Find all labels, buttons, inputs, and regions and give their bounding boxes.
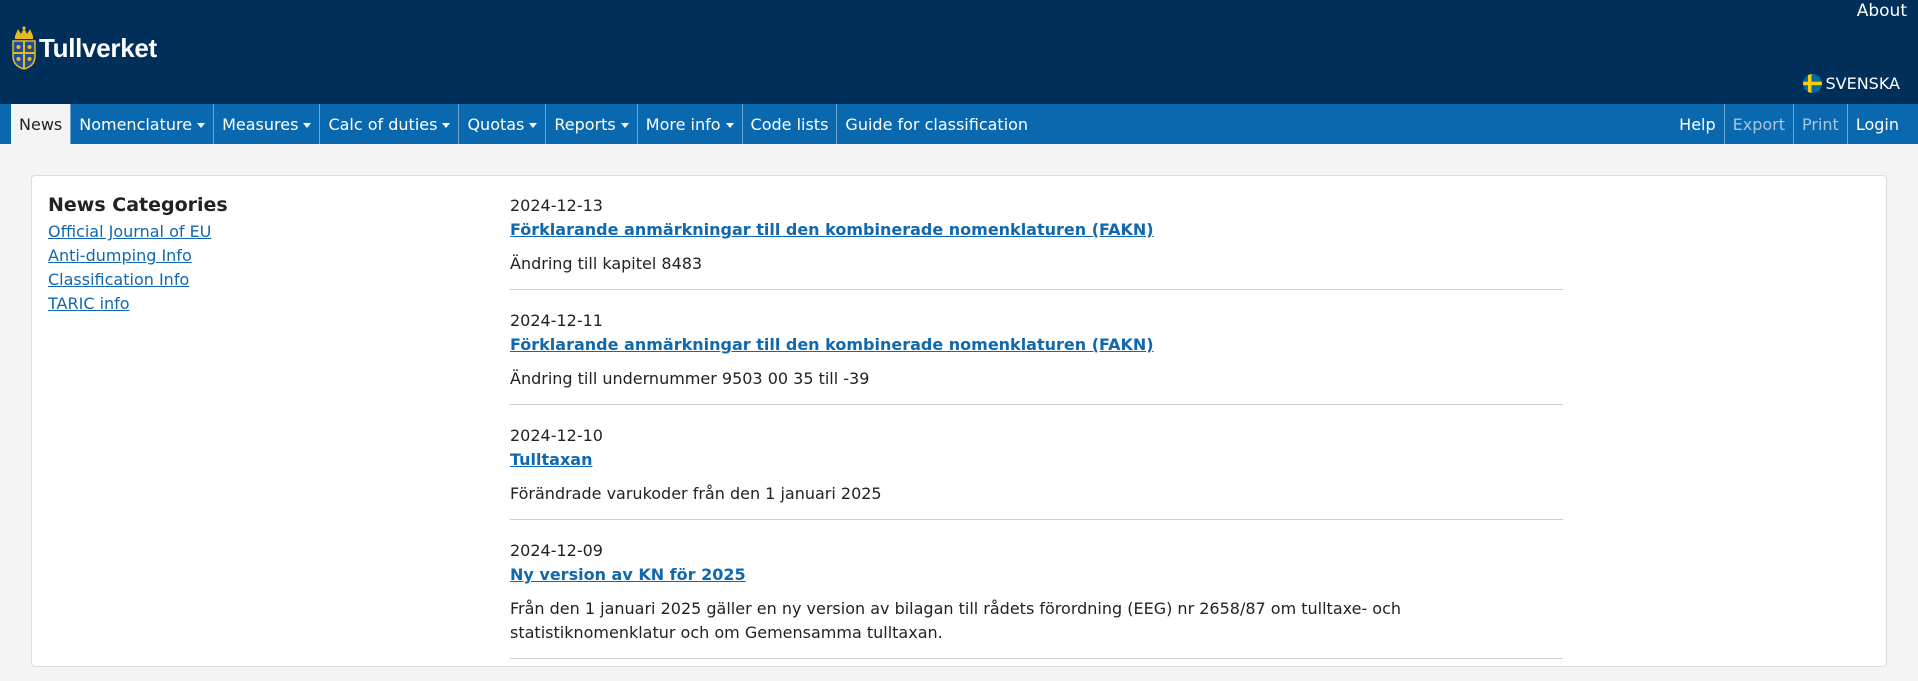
nav-more-info-label: More info	[645, 114, 721, 134]
nav-login-label: Login	[1855, 114, 1899, 134]
nav-code-lists-label: Code lists	[750, 114, 829, 134]
news-date: 2024-12-11	[510, 311, 603, 330]
nav-calc-of-duties[interactable]: Calc of duties	[320, 104, 460, 144]
nav-export[interactable]: Export	[1725, 104, 1795, 144]
news-date: 2024-12-09	[510, 541, 603, 560]
news-description: Från den 1 januari 2025 gäller en ny ver…	[510, 599, 1402, 642]
about-link[interactable]: About	[1857, 1, 1907, 21]
news-date: 2024-12-10	[510, 426, 603, 445]
caret-down-icon	[303, 122, 312, 128]
news-description: Ändring till kapitel 8483	[510, 254, 703, 273]
nav-code-lists[interactable]: Code lists	[743, 104, 838, 144]
news-description: Ändring till undernummer 9503 00 35 till…	[510, 369, 870, 388]
nav-print[interactable]: Print	[1794, 104, 1848, 144]
caret-down-icon	[442, 122, 451, 128]
nav-news-label: News	[19, 114, 63, 134]
caret-down-icon	[725, 122, 734, 128]
nav-nomenclature-label: Nomenclature	[79, 114, 193, 134]
nav-measures-label: Measures	[222, 114, 299, 134]
nav-news[interactable]: News	[11, 104, 72, 144]
nav-guide-for-classification[interactable]: Guide for classification	[837, 104, 1036, 144]
news-categories-title: News Categories	[48, 194, 228, 216]
language-label: SVENSKA	[1825, 74, 1901, 93]
news-date: 2024-12-13	[510, 196, 603, 215]
news-title-link[interactable]: Ny version av KN för 2025	[510, 563, 1563, 587]
category-anti-dumping[interactable]: Anti-dumping Info	[48, 244, 228, 268]
nav-nomenclature[interactable]: Nomenclature	[71, 104, 215, 144]
news-item: 2024-12-13 Förklarande anmärkningar till…	[510, 194, 1563, 290]
caret-down-icon	[529, 122, 538, 128]
nav-quotas-label: Quotas	[467, 114, 525, 134]
news-list: 2024-12-13 Förklarande anmärkningar till…	[510, 194, 1563, 678]
crown-crest-icon	[12, 26, 36, 70]
main-nav: News Nomenclature Measures Calc of dutie…	[0, 104, 1918, 144]
nav-help[interactable]: Help	[1671, 104, 1725, 144]
news-categories: News Categories Official Journal of EU A…	[48, 194, 228, 316]
news-item: 2024-12-09 Ny version av KN för 2025 Frå…	[510, 539, 1563, 659]
nav-quotas[interactable]: Quotas	[459, 104, 547, 144]
category-classification[interactable]: Classification Info	[48, 268, 228, 292]
nav-print-label: Print	[1802, 114, 1839, 134]
news-item: 2024-12-11 Förklarande anmärkningar till…	[510, 309, 1563, 405]
news-item: 2024-12-10 Tulltaxan Förändrade varukode…	[510, 424, 1563, 520]
news-title-link[interactable]: Förklarande anmärkningar till den kombin…	[510, 218, 1563, 242]
news-title-link[interactable]: Tulltaxan	[510, 448, 1563, 472]
tullverket-logo[interactable]: Tullverket	[11, 26, 157, 70]
nav-help-label: Help	[1679, 114, 1716, 134]
nav-more-info[interactable]: More info	[638, 104, 743, 144]
content-panel: News Categories Official Journal of EU A…	[31, 175, 1887, 667]
brand-name: Tullverket	[39, 32, 157, 63]
nav-reports-label: Reports	[554, 114, 616, 134]
nav-reports[interactable]: Reports	[546, 104, 638, 144]
site-header: Tullverket About SVENSKA	[0, 0, 1918, 104]
category-official-journal[interactable]: Official Journal of EU	[48, 220, 228, 244]
swedish-flag-icon	[1802, 74, 1822, 93]
nav-guide-label: Guide for classification	[845, 114, 1029, 134]
nav-export-label: Export	[1732, 114, 1786, 134]
caret-down-icon	[620, 122, 629, 128]
category-taric[interactable]: TARIC info	[48, 292, 228, 316]
nav-calc-label: Calc of duties	[328, 114, 438, 134]
news-description: Förändrade varukoder från den 1 januari …	[510, 484, 882, 503]
news-title-link[interactable]: Förklarande anmärkningar till den kombin…	[510, 333, 1563, 357]
nav-login[interactable]: Login	[1848, 104, 1907, 144]
caret-down-icon	[197, 122, 206, 128]
language-switch[interactable]: SVENSKA	[1802, 74, 1901, 93]
nav-measures[interactable]: Measures	[214, 104, 321, 144]
